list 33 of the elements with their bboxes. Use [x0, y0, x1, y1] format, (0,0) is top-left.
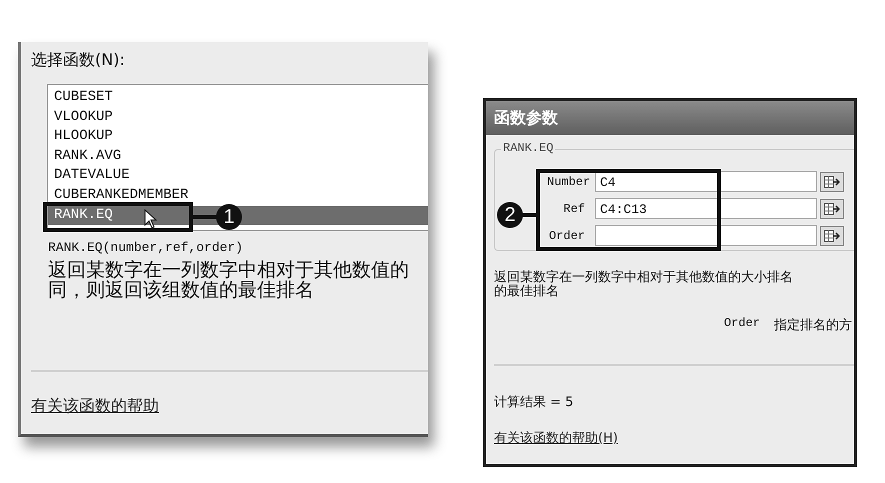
group-label: RANK.EQ: [501, 141, 556, 155]
function-item[interactable]: CUBERANKEDMEMBER: [48, 186, 428, 206]
argument-label: Ref: [562, 202, 586, 216]
function-item[interactable]: RANK.AVG: [48, 146, 428, 166]
description-text: 返回某数字在一列数字中相对于其他数值的大小排名: [494, 271, 794, 285]
argument-help-text: 指定排名的方: [774, 317, 852, 334]
help-link[interactable]: 有关该函数的帮助(H): [494, 429, 618, 447]
argument-name: Order: [724, 316, 760, 332]
function-item[interactable]: HLOOKUP: [48, 127, 428, 147]
argument-field[interactable]: C4: [595, 171, 817, 192]
function-item[interactable]: VLOOKUP: [48, 108, 428, 128]
grid-icon: [824, 176, 840, 188]
description-text: 同，则返回该组数值的最佳排名: [48, 280, 315, 300]
callout-number: 1: [216, 204, 242, 230]
argument-label: Order: [548, 228, 586, 242]
result-text: 计算结果 = 5: [494, 394, 574, 411]
description-text: 返回某数字在一列数字中相对于其他数值的: [48, 260, 410, 280]
help-link[interactable]: 有关该函数的帮助: [31, 396, 159, 417]
function-item[interactable]: DATEVALUE: [48, 166, 428, 186]
list-label: 选择函数(N):: [30, 49, 126, 71]
argument-field[interactable]: [595, 225, 817, 246]
description-text: 的最佳排名: [494, 285, 560, 299]
function-item[interactable]: CUBESET: [48, 88, 428, 108]
callout-number: 2: [497, 202, 523, 228]
argument-field[interactable]: C4:C13: [595, 198, 817, 219]
collapse-dialog-button[interactable]: [820, 172, 844, 192]
function-signature: RANK.EQ(number,ref,order): [48, 240, 244, 255]
grid-icon: [824, 202, 840, 214]
dialog-title: 函数参数: [486, 101, 854, 135]
collapse-dialog-button[interactable]: [820, 198, 844, 218]
grid-icon: [824, 230, 840, 242]
collapse-dialog-button[interactable]: [820, 226, 844, 246]
argument-label: Number: [547, 174, 592, 188]
